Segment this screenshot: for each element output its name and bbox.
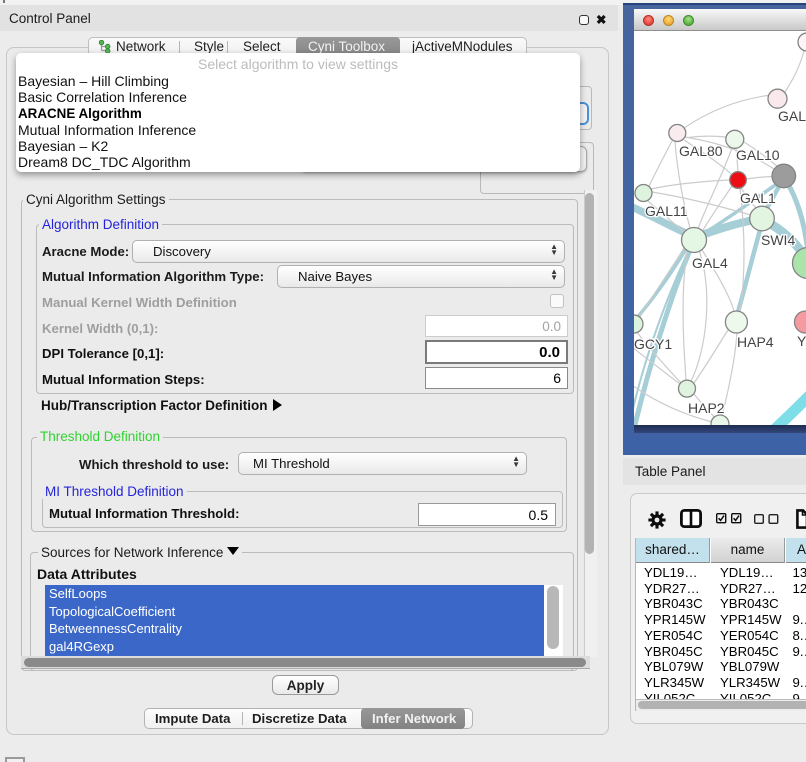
svg-text:GAL1: GAL1 xyxy=(740,190,776,206)
svg-text:GCY1: GCY1 xyxy=(634,336,672,352)
svg-text:SWI4: SWI4 xyxy=(761,232,795,248)
svg-text:GAL10: GAL10 xyxy=(736,147,780,163)
svg-text:GAL11: GAL11 xyxy=(645,203,688,219)
svg-text:GAL80: GAL80 xyxy=(679,143,723,159)
svg-text:GAL4: GAL4 xyxy=(692,255,728,271)
svg-text:HAP2: HAP2 xyxy=(688,400,725,416)
svg-text:GAL2: GAL2 xyxy=(778,108,806,124)
svg-text:HAP4: HAP4 xyxy=(737,334,774,350)
svg-text:Y: Y xyxy=(797,333,806,349)
